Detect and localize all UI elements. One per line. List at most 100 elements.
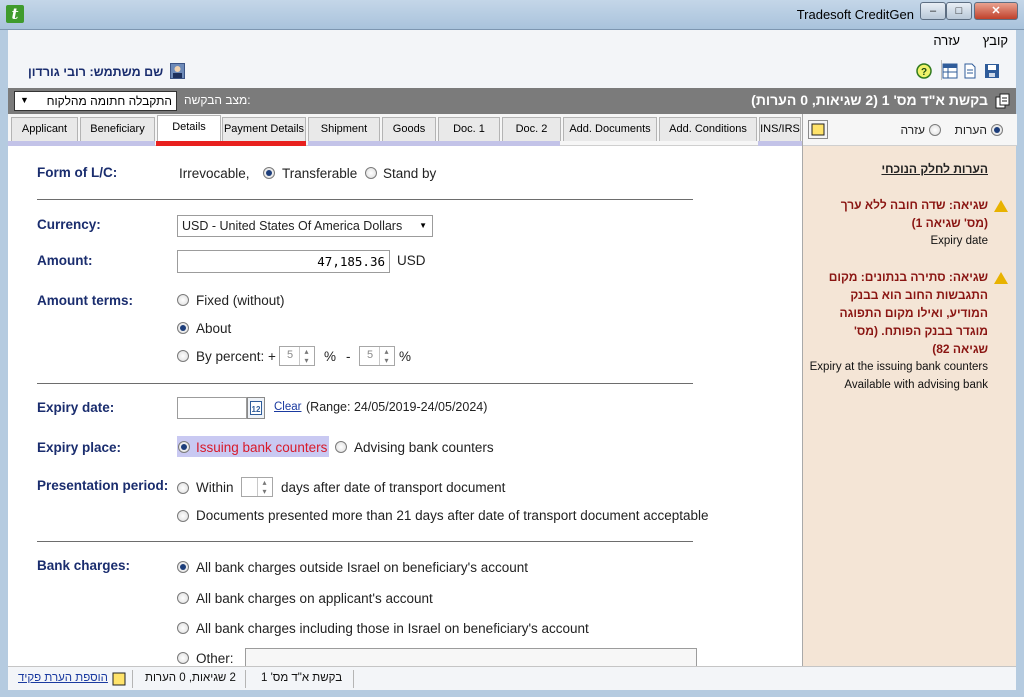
menu-file[interactable]: קובץ: [983, 33, 1008, 48]
help-icon[interactable]: ?: [916, 63, 932, 79]
days-after-label: days after date of transport document: [281, 480, 506, 495]
bank-charges-label: Bank charges:: [37, 558, 131, 573]
charges-opt1-label: All bank charges outside Israel on benef…: [196, 560, 529, 575]
document-icon[interactable]: [962, 63, 978, 79]
window-frame-bottom: [0, 690, 1024, 697]
standby-label: Stand by: [383, 166, 437, 181]
charges-opt3-radio[interactable]: [177, 622, 189, 634]
notes-radio-label: הערות: [954, 123, 987, 137]
by-percent-radio[interactable]: [177, 350, 189, 362]
status-separator: [245, 670, 246, 688]
request-status-value: התקבלה חתומה מהלקוח: [46, 94, 172, 108]
maximize-button[interactable]: □: [946, 2, 972, 20]
transferable-label: Transferable: [282, 166, 358, 181]
expiry-date-label: Expiry date:: [37, 400, 115, 415]
details-form: Form of L/C: Irrevocable, Transferable S…: [8, 146, 802, 666]
fixed-label: Fixed (without): [196, 293, 285, 308]
percent-sign: %: [324, 349, 337, 364]
tab-add-documents[interactable]: Add. Documents: [563, 117, 657, 141]
app-logo-icon: t: [6, 5, 24, 23]
help-radio[interactable]: [929, 124, 941, 136]
amount-unit: USD: [397, 253, 426, 268]
request-status-select[interactable]: ▼ התקבלה חתומה מהלקוח: [14, 91, 177, 111]
section-divider: [37, 199, 693, 200]
charges-opt1-radio[interactable]: [177, 561, 189, 573]
standby-radio[interactable]: [365, 167, 377, 179]
within-label: Within: [196, 480, 234, 495]
notes-radio[interactable]: [991, 124, 1003, 136]
form-of-lc-label: Form of L/C:: [37, 165, 118, 180]
transferable-radio[interactable]: [263, 167, 275, 179]
tab-payment-details[interactable]: Payment Details: [222, 117, 306, 141]
currency-select[interactable]: USD - United States Of America Dollars ▼: [177, 215, 433, 237]
user-profile-icon[interactable]: [170, 63, 185, 79]
tab-details[interactable]: Details: [157, 115, 221, 142]
request-title: בקשת א"ד מס' 1 (2 שגיאות, 0 הערות): [751, 92, 988, 108]
tab-goods[interactable]: Goods: [382, 117, 436, 141]
charges-opt2-label: All bank charges on applicant's account: [196, 591, 433, 606]
expiry-place-label: Expiry place:: [37, 440, 122, 455]
tab-doc1[interactable]: Doc. 1: [438, 117, 500, 141]
notes-panel-header: הערות עזרה: [803, 114, 1017, 146]
user-toolbar: שם משתמש: רובי גורדון ?: [8, 52, 1016, 88]
status-bar: הוספת הערת פקיד 2 שגיאות, 0 הערות בקשת א…: [8, 666, 1016, 690]
warning-icon: [994, 200, 1008, 212]
table-view-icon[interactable]: [942, 63, 958, 79]
error-1-field: Expiry date: [930, 235, 988, 247]
issuing-bank-label: Issuing bank counters: [196, 440, 328, 455]
more-than-21-radio[interactable]: [177, 510, 189, 522]
minus-sign: -: [346, 349, 351, 364]
tab-doc2[interactable]: Doc. 2: [502, 117, 561, 141]
tab-add-conditions[interactable]: Add. Conditions: [659, 117, 757, 141]
within-radio[interactable]: [177, 482, 189, 494]
request-documents-icon: [994, 93, 1010, 109]
charges-opt3-label: All bank charges including those in Isra…: [196, 621, 589, 636]
close-button[interactable]: ✕: [974, 2, 1018, 20]
status-request: בקשת א"ד מס' 1: [261, 672, 343, 684]
expiry-date-input[interactable]: [177, 397, 247, 419]
expiry-date-range: (Range: 24/05/2019-24/05/2024): [306, 400, 488, 414]
charges-other-radio[interactable]: [177, 652, 189, 664]
chevron-down-icon: ▼: [20, 95, 29, 105]
clear-date-link[interactable]: Clear: [274, 401, 301, 413]
about-radio[interactable]: [177, 322, 189, 334]
tab-applicant[interactable]: Applicant: [11, 117, 78, 141]
fixed-radio[interactable]: [177, 294, 189, 306]
advising-bank-radio[interactable]: [335, 441, 347, 453]
amount-input[interactable]: 47,185.36: [177, 250, 390, 273]
calendar-icon[interactable]: 12: [247, 397, 265, 419]
notes-panel: הערות עזרה הערות לחלק הנוכחי שגיאה: שדה …: [802, 114, 1017, 666]
days-stepper[interactable]: [241, 477, 273, 497]
irrevocable-text: Irrevocable,: [179, 166, 250, 181]
status-separator: [132, 670, 133, 688]
chevron-down-icon: ▼: [419, 221, 427, 230]
charges-opt2-radio[interactable]: [177, 592, 189, 604]
window-title: Tradesoft CreditGen: [796, 7, 914, 22]
percent-minus-stepper[interactable]: 5: [359, 346, 395, 366]
warning-icon: [994, 272, 1008, 284]
menu-bar: קובץ עזרה: [8, 30, 1016, 52]
tab-beneficiary[interactable]: Beneficiary: [80, 117, 155, 141]
add-clerk-note-link[interactable]: הוספת הערת פקיד: [18, 672, 108, 684]
presentation-period-label: Presentation period:: [37, 478, 169, 493]
menu-help[interactable]: עזרה: [933, 33, 960, 48]
note-add-button[interactable]: [808, 120, 828, 139]
percent-sign: %: [399, 349, 412, 364]
issuing-bank-radio[interactable]: [178, 441, 190, 453]
svg-text:?: ?: [921, 67, 927, 78]
by-percent-label: By percent: +: [196, 349, 276, 364]
amount-label: Amount:: [37, 253, 93, 268]
window-frame-left: [0, 30, 8, 697]
percent-plus-stepper[interactable]: 5: [279, 346, 315, 366]
save-icon[interactable]: [984, 63, 1000, 79]
error-2-detail-1: Expiry at the issuing bank counters: [809, 361, 988, 373]
more-than-21-label: Documents presented more than 21 days af…: [196, 508, 709, 523]
tab-ins-irs[interactable]: INS/IRS: [759, 117, 801, 141]
request-status-label: מצב הבקשה:: [184, 93, 251, 107]
tab-shipment[interactable]: Shipment: [308, 117, 380, 141]
section-divider: [37, 383, 693, 384]
charges-other-input[interactable]: [245, 648, 697, 666]
title-bar: t Tradesoft CreditGen – □ ✕: [0, 0, 1024, 30]
minimize-button[interactable]: –: [920, 2, 946, 20]
window-frame-right: [1016, 30, 1024, 697]
